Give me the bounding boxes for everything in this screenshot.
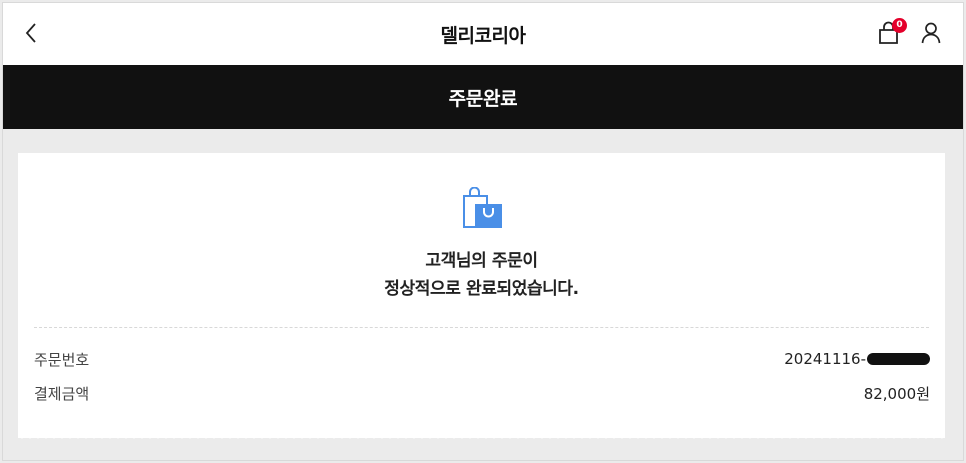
page-header: 주문완료 bbox=[3, 65, 963, 129]
order-number-row: 주문번호 20241116- bbox=[34, 348, 930, 370]
top-navigation-bar: 델리코리아 0 bbox=[3, 3, 963, 65]
shopping-bag-check-icon bbox=[461, 186, 505, 231]
payment-amount-row: 결제금액 82,000원 bbox=[34, 382, 930, 404]
payment-amount-label: 결제금액 bbox=[34, 384, 90, 403]
completion-message: 고객님의 주문이 정상적으로 완료되었습니다. bbox=[18, 247, 945, 303]
completion-message-line1: 고객님의 주문이 bbox=[425, 251, 538, 271]
receipt-zigzag-edge bbox=[18, 433, 945, 439]
order-number-value-wrap: 20241116- bbox=[784, 350, 930, 368]
completion-message-line2: 정상적으로 완료되었습니다. bbox=[384, 279, 579, 299]
page-frame: 델리코리아 0 주문완료 고객님의 주문이 정상적으로 완료되었습니다. 주문번… bbox=[2, 2, 964, 461]
payment-amount-value: 82,000원 bbox=[863, 384, 930, 403]
order-number-value: 20241116- bbox=[784, 350, 866, 368]
cart-count-badge: 0 bbox=[892, 18, 907, 33]
cart-button[interactable]: 0 bbox=[877, 18, 907, 49]
order-number-label: 주문번호 bbox=[34, 350, 90, 369]
redaction-mark bbox=[867, 353, 930, 365]
app-title: 델리코리아 bbox=[440, 25, 526, 47]
user-button[interactable] bbox=[920, 21, 946, 49]
dashed-divider bbox=[34, 327, 929, 328]
page-title: 주문완료 bbox=[448, 87, 518, 110]
user-icon bbox=[921, 22, 941, 44]
order-complete-card: 고객님의 주문이 정상적으로 완료되었습니다. 주문번호 20241116- 결… bbox=[18, 153, 945, 438]
